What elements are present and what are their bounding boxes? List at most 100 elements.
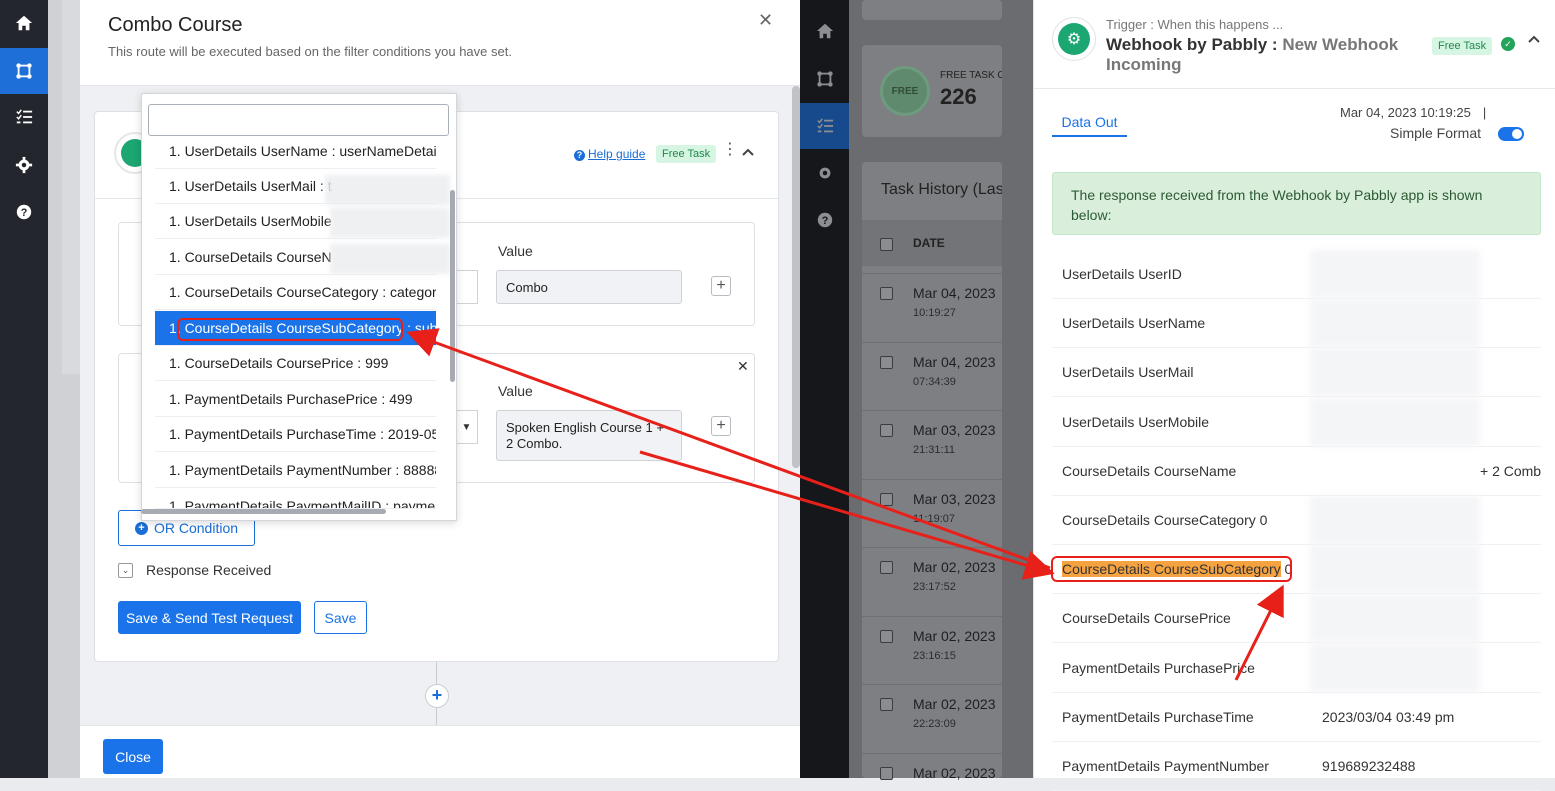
add-condition-button-2[interactable]: +	[711, 416, 731, 436]
blurred-value	[325, 175, 450, 205]
response-field-key: UserDetails UserMail	[1062, 364, 1194, 381]
modal-footer	[80, 725, 800, 778]
help-icon: ?	[817, 212, 832, 228]
task-list-nav-button[interactable]	[0, 94, 48, 140]
blurred-value	[330, 244, 450, 274]
value-input-1[interactable]: Combo	[496, 270, 682, 304]
save-send-test-button[interactable]: Save & Send Test Request	[118, 601, 301, 634]
close-button[interactable]: Close	[103, 739, 163, 774]
history-row-date: Mar 04, 2023	[913, 353, 996, 370]
history-row-divider	[862, 615, 1002, 617]
webhook-icon: ⚙	[1058, 23, 1090, 55]
tab-data-out[interactable]: Data Out	[1052, 112, 1127, 137]
check-circle-icon: ✓	[1501, 37, 1515, 51]
response-field-key: PaymentDetails PaymentNumber	[1062, 758, 1269, 774]
remove-condition-icon[interactable]: ✕	[737, 358, 749, 375]
history-row-divider	[862, 341, 1002, 343]
modal-title: Combo Course	[108, 14, 243, 36]
response-field-row: CourseDetails CourseName + 2 Comb	[1052, 447, 1541, 496]
response-date: Mar 04, 2023 10:19:25 |	[1340, 105, 1486, 120]
response-field-key: CourseDetails CourseCategory 0	[1062, 512, 1268, 528]
response-field-row: UserDetails UserMail	[1052, 348, 1541, 398]
top-strip-card	[862, 0, 1002, 20]
highlighted-key: CourseDetails CourseSubCategory	[1062, 561, 1281, 578]
response-received-toggle[interactable]: ⌄	[118, 563, 133, 578]
history-row-date: Mar 02, 2023	[913, 627, 996, 644]
app-name: Webhook by Pabbly :	[1106, 35, 1283, 54]
settings-nav-button[interactable]	[0, 142, 48, 188]
response-field-value: 919689232488	[1322, 758, 1416, 774]
help-icon: ?	[16, 204, 32, 220]
dropdown-search-input[interactable]	[148, 104, 449, 136]
task-list-icon	[816, 118, 833, 133]
free-task-label: FREE TASK C	[940, 70, 1002, 81]
dropdown-horizontal-scrollbar[interactable]	[141, 509, 386, 514]
more-options-icon[interactable]: ⋮	[722, 142, 738, 158]
add-condition-button-1[interactable]: +	[711, 276, 731, 296]
history-row-checkbox[interactable]	[880, 355, 893, 369]
history-row-date: Mar 02, 2023	[913, 764, 996, 781]
help-nav-button[interactable]: ?	[0, 189, 48, 235]
blurred-value	[1310, 643, 1480, 692]
dropdown-option[interactable]: 1. CourseDetails CourseCategory : catego…	[155, 275, 436, 310]
dimmed-sidebar: ?	[800, 0, 849, 778]
left-sidebar: ?	[0, 0, 48, 778]
blurred-value	[1310, 594, 1480, 643]
dropdown-option[interactable]: 1. PaymentDetails PaymentNumber : 888888…	[155, 453, 436, 488]
dropdown-option[interactable]: 1. CourseDetails CoursePrice : 999	[155, 346, 436, 381]
response-field-key: UserDetails UserName	[1062, 315, 1206, 332]
dim-settings-button[interactable]	[800, 150, 849, 196]
add-step-button[interactable]: +	[425, 684, 449, 708]
dropdown-option[interactable]: 1. CourseDetails CourseSubCategory : sub	[155, 311, 436, 346]
collapse-chevron-icon[interactable]	[1526, 31, 1542, 47]
response-field-row: UserDetails UserMobile	[1052, 397, 1541, 447]
free-badge-circle: FREE	[880, 66, 930, 116]
history-row-time: 22:23:09	[913, 718, 956, 730]
history-row-checkbox[interactable]	[880, 287, 893, 300]
dim-task-list-button[interactable]	[800, 103, 849, 149]
history-row-time: 10:19:27	[913, 307, 956, 319]
history-row-checkbox[interactable]	[880, 629, 893, 643]
response-field-value: 2023/03/04 03:49 pm	[1322, 708, 1455, 725]
integrations-nav-button[interactable]	[0, 48, 48, 94]
history-row-checkbox[interactable]	[880, 561, 893, 574]
select-all-checkbox[interactable]	[880, 238, 893, 251]
history-row-checkbox[interactable]	[880, 492, 893, 506]
simple-format-label: Simple Format	[1390, 125, 1482, 141]
help-guide-label: Help guide	[588, 147, 646, 161]
history-row-checkbox[interactable]	[880, 698, 893, 711]
value-label-2: Value	[498, 383, 533, 399]
dropdown-scrollbar[interactable]	[450, 190, 455, 382]
history-row-checkbox[interactable]	[880, 424, 893, 437]
dim-home-button[interactable]	[800, 8, 849, 54]
chevron-up-icon[interactable]	[740, 144, 756, 160]
response-field-key: UserDetails UserMobile	[1062, 413, 1210, 430]
history-row-time: 23:17:52	[913, 581, 956, 593]
dropdown-option[interactable]: 1. PaymentDetails PurchasePrice : 499	[155, 382, 436, 417]
blurred-value	[1310, 545, 1480, 594]
value-input-2[interactable]: Spoken English Course 1 + 2 Combo.	[496, 410, 682, 461]
operator-select-edge-1[interactable]	[456, 270, 478, 304]
response-field-row: CourseDetails CourseSubCategory 0	[1052, 545, 1541, 595]
svg-text:?: ?	[821, 215, 828, 227]
blurred-value	[1310, 397, 1480, 446]
dropdown-option[interactable]: 1. PaymentDetails PurchaseTime : 2019-05…	[155, 417, 436, 452]
dropdown-option[interactable]: 1. PaymentDetails PaymentMailID : paymen…	[155, 489, 436, 509]
history-row-divider	[862, 478, 1002, 480]
help-guide-link[interactable]: ? Help guide	[574, 147, 645, 161]
dim-integrations-button[interactable]	[800, 56, 849, 102]
blurred-value	[1310, 348, 1480, 397]
home-nav-button[interactable]	[0, 0, 48, 46]
simple-format-toggle[interactable]	[1498, 127, 1524, 141]
blurred-value	[1310, 496, 1480, 544]
save-button[interactable]: Save	[314, 601, 367, 634]
modal-close-icon[interactable]: ✕	[758, 10, 773, 31]
blurred-value	[1310, 299, 1480, 348]
dropdown-option[interactable]: 1. UserDetails UserName : userNameDetail…	[155, 134, 436, 169]
history-row-divider	[862, 752, 1002, 754]
history-row-date: Mar 04, 2023	[913, 285, 996, 301]
operator-select-2[interactable]: ▼	[456, 410, 478, 444]
history-row-date: Mar 03, 2023	[913, 490, 996, 507]
dim-help-button[interactable]: ?	[800, 197, 849, 243]
modal-scrollbar[interactable]	[792, 86, 800, 468]
